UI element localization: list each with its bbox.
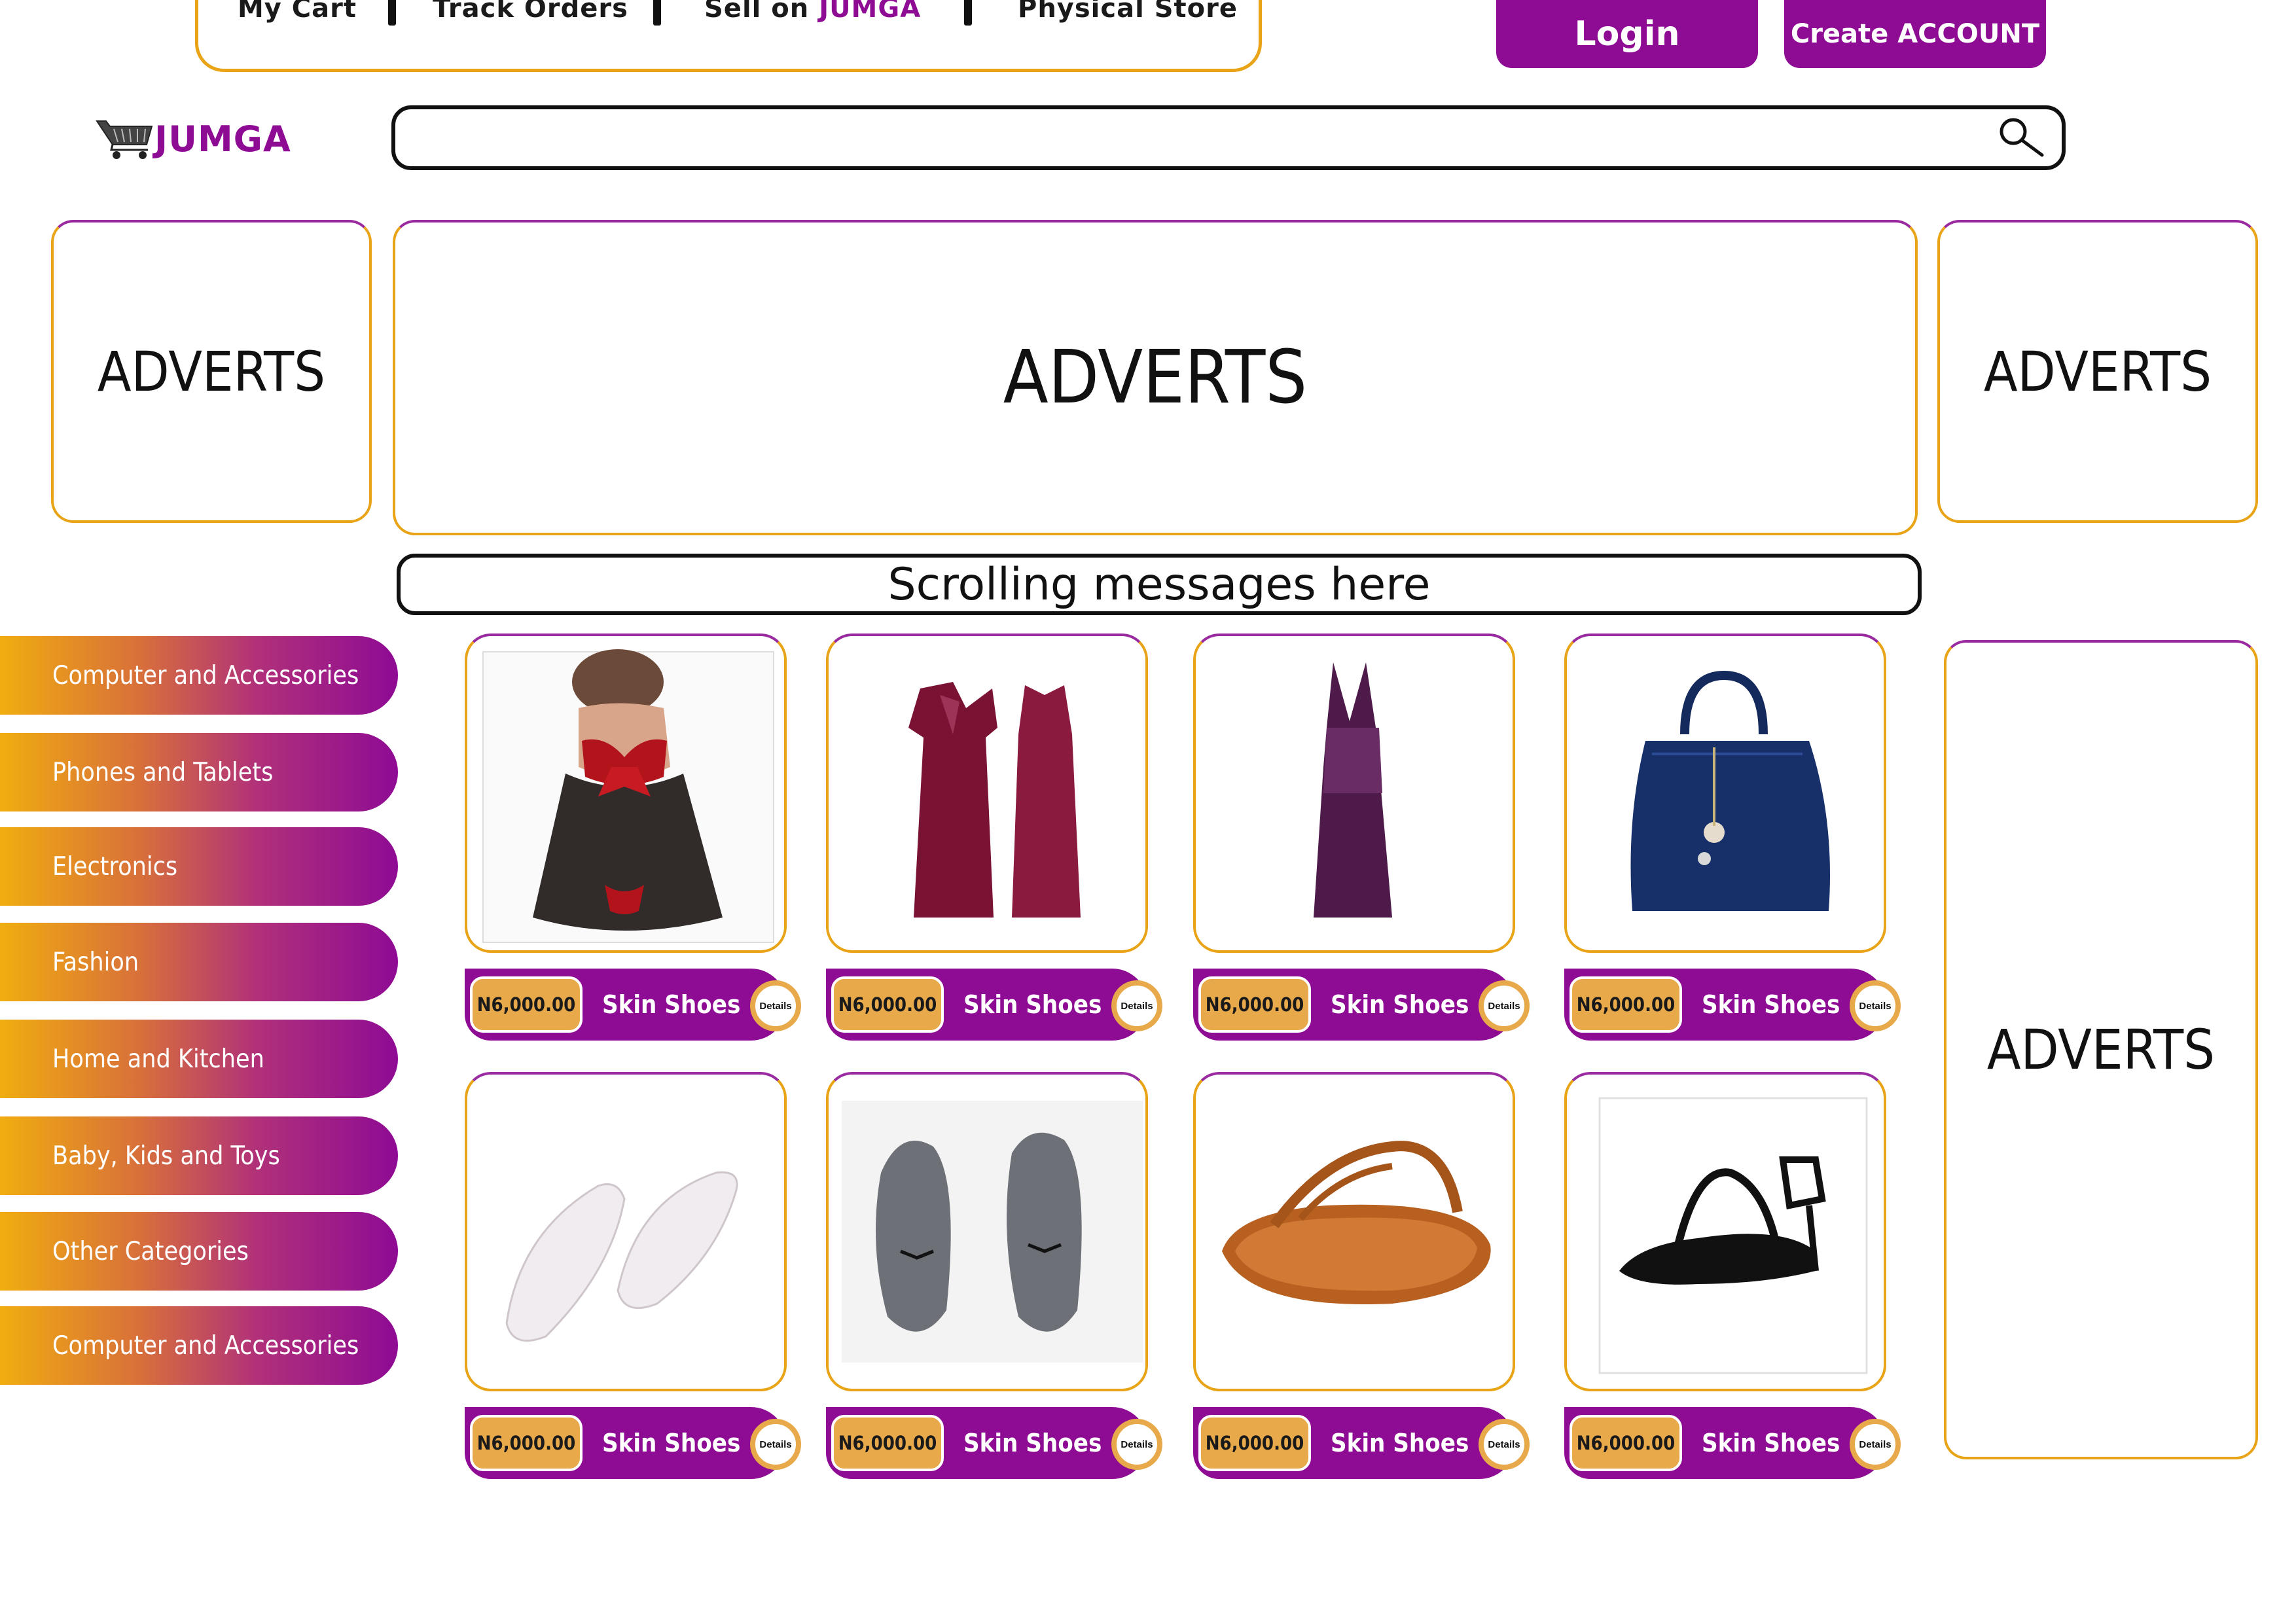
product-image-lingerie — [482, 649, 774, 943]
product-name[interactable]: Skin Shoes — [1331, 969, 1469, 1041]
create-account-button[interactable]: Create ACCOUNT — [1784, 0, 2046, 68]
product-card[interactable] — [465, 1072, 787, 1391]
scrolling-message-bar: Scrolling messages here — [397, 554, 1922, 615]
sell-brand-label: JUMGA — [819, 0, 922, 24]
product-name[interactable]: Skin Shoes — [602, 1407, 740, 1479]
sell-on-jumga-link[interactable]: Sell on JUMGA — [704, 0, 921, 24]
product-price-bar: N6,000.00 Skin Shoes Details — [465, 1407, 801, 1479]
product-price-bar: N6,000.00 Skin Shoes Details — [826, 969, 1162, 1041]
product-name[interactable]: Skin Shoes — [963, 1407, 1102, 1479]
nav-separator — [964, 0, 972, 26]
product-card[interactable] — [1564, 633, 1886, 953]
details-button[interactable]: Details — [1850, 1419, 1901, 1470]
product-image-lace-nightdress — [1314, 662, 1392, 918]
product-card[interactable] — [826, 1072, 1148, 1391]
price-tag: N6,000.00 — [1570, 976, 1682, 1033]
product-price-bar: N6,000.00 Skin Shoes Details — [1193, 1407, 1530, 1479]
price-tag: N6,000.00 — [470, 976, 583, 1033]
physical-store-link[interactable]: Physical Store — [1018, 0, 1238, 24]
product-image-nightgown — [908, 682, 1081, 918]
product-card[interactable] — [465, 633, 787, 953]
product-name[interactable]: Skin Shoes — [1331, 1407, 1469, 1479]
login-button[interactable]: Login — [1496, 0, 1758, 68]
product-price-bar: N6,000.00 Skin Shoes Details — [826, 1407, 1162, 1479]
category-computer-accessories-2[interactable]: Computer and Accessories — [0, 1306, 398, 1385]
advert-left[interactable]: ADVERTS — [51, 220, 372, 523]
product-card[interactable] — [826, 633, 1148, 953]
logo[interactable]: JUMGA — [96, 113, 305, 165]
price-tag: N6,000.00 — [1198, 976, 1311, 1033]
advert-side[interactable]: ADVERTS — [1944, 640, 2258, 1459]
details-button[interactable]: Details — [750, 980, 801, 1031]
price-tag: N6,000.00 — [831, 976, 944, 1033]
price-tag: N6,000.00 — [1198, 1415, 1311, 1471]
nav-separator — [388, 0, 396, 26]
search-icon[interactable] — [1996, 115, 2049, 160]
details-button[interactable]: Details — [750, 1419, 801, 1470]
price-tag: N6,000.00 — [831, 1415, 944, 1471]
details-button[interactable]: Details — [1850, 980, 1901, 1031]
details-button[interactable]: Details — [1111, 1419, 1162, 1470]
advert-label: ADVERTS — [1003, 335, 1308, 420]
sell-on-label: Sell on — [704, 0, 810, 24]
product-price-bar: N6,000.00 Skin Shoes Details — [1564, 1407, 1901, 1479]
product-image-handbag — [1630, 670, 1830, 911]
price-tag: N6,000.00 — [470, 1415, 583, 1471]
nav-separator — [653, 0, 661, 26]
logo-text: JUMGA — [154, 118, 291, 160]
product-name[interactable]: Skin Shoes — [963, 969, 1102, 1041]
product-card[interactable] — [1564, 1072, 1886, 1391]
top-nav-bar: My Cart Track Orders Sell on JUMGA Physi… — [195, 0, 1262, 72]
category-other[interactable]: Other Categories — [0, 1212, 398, 1291]
advert-label: ADVERTS — [1983, 339, 2212, 404]
product-name[interactable]: Skin Shoes — [1702, 1407, 1840, 1479]
product-price-bar: N6,000.00 Skin Shoes Details — [1564, 969, 1901, 1041]
category-phones-tablets[interactable]: Phones and Tablets — [0, 733, 398, 812]
product-name[interactable]: Skin Shoes — [602, 969, 740, 1041]
product-price-bar: N6,000.00 Skin Shoes Details — [1193, 969, 1530, 1041]
category-computer-accessories[interactable]: Computer and Accessories — [0, 636, 398, 715]
category-electronics[interactable]: Electronics — [0, 827, 398, 906]
track-orders-link[interactable]: Track Orders — [433, 0, 628, 24]
category-home-kitchen[interactable]: Home and Kitchen — [0, 1020, 398, 1098]
details-button[interactable]: Details — [1479, 980, 1530, 1031]
product-card[interactable] — [1193, 633, 1515, 953]
advert-label: ADVERTS — [1986, 1018, 2215, 1082]
details-button[interactable]: Details — [1111, 980, 1162, 1031]
category-fashion[interactable]: Fashion — [0, 923, 398, 1001]
advert-label: ADVERTS — [97, 339, 326, 404]
price-tag: N6,000.00 — [1570, 1415, 1682, 1471]
category-baby-kids-toys[interactable]: Baby, Kids and Toys — [0, 1116, 398, 1195]
product-price-bar: N6,000.00 Skin Shoes Details — [465, 969, 801, 1041]
advert-center[interactable]: ADVERTS — [393, 220, 1918, 535]
product-image-white-flats — [505, 1171, 738, 1342]
product-name[interactable]: Skin Shoes — [1702, 969, 1840, 1041]
advert-right[interactable]: ADVERTS — [1937, 220, 2258, 523]
product-image-grey-flats — [842, 1101, 1143, 1363]
my-cart-link[interactable]: My Cart — [238, 0, 357, 24]
product-image-brown-sandals — [1222, 1141, 1491, 1304]
details-button[interactable]: Details — [1479, 1419, 1530, 1470]
product-image-black-sandals — [1598, 1097, 1868, 1374]
product-card[interactable] — [1193, 1072, 1515, 1391]
search-input[interactable] — [391, 105, 2066, 170]
shopping-cart-icon — [96, 120, 153, 159]
